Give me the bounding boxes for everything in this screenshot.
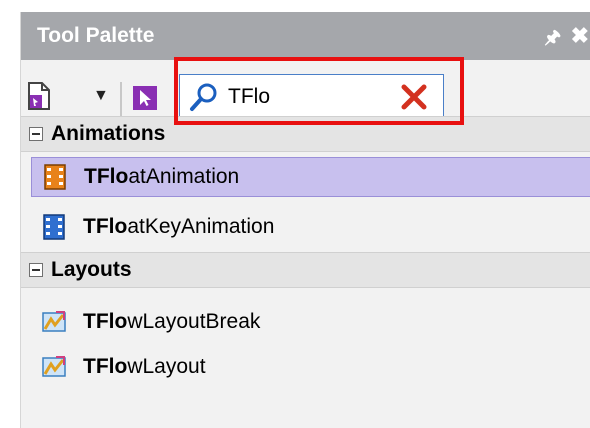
category-label: Animations bbox=[51, 122, 166, 145]
layout-icon bbox=[42, 356, 66, 377]
category-layouts[interactable]: Layouts bbox=[21, 252, 590, 288]
item-label: TFlowLayout bbox=[83, 355, 206, 378]
categories-icon[interactable] bbox=[27, 81, 51, 111]
chevron-down-icon[interactable]: ▼ bbox=[93, 87, 109, 105]
item-label: TFloatAnimation bbox=[84, 165, 240, 188]
toolbar-separator bbox=[120, 82, 122, 116]
item-label: TFloatKeyAnimation bbox=[83, 215, 275, 238]
pointer-tool-icon[interactable] bbox=[133, 86, 157, 110]
list-item[interactable]: TFlowLayoutBreak bbox=[31, 302, 590, 342]
collapse-icon[interactable] bbox=[29, 263, 43, 277]
list-item[interactable]: TFlowLayout bbox=[31, 347, 590, 387]
annotation-highlight-box bbox=[174, 57, 464, 125]
list-item[interactable]: TFloatAnimation bbox=[31, 157, 590, 197]
collapse-icon[interactable] bbox=[29, 127, 43, 141]
panel-title: Tool Palette bbox=[37, 24, 155, 47]
key-animation-icon bbox=[43, 214, 65, 240]
close-icon[interactable]: ✖ bbox=[571, 23, 589, 49]
item-label: TFlowLayoutBreak bbox=[83, 310, 261, 333]
title-bar: Tool Palette 🖈︎ ✖ bbox=[21, 12, 590, 60]
pin-icon[interactable]: 🖈︎ bbox=[544, 25, 561, 55]
category-label: Layouts bbox=[51, 258, 132, 281]
animation-icon bbox=[44, 164, 66, 190]
list-item[interactable]: TFloatKeyAnimation bbox=[31, 207, 590, 247]
layout-icon bbox=[42, 311, 66, 332]
